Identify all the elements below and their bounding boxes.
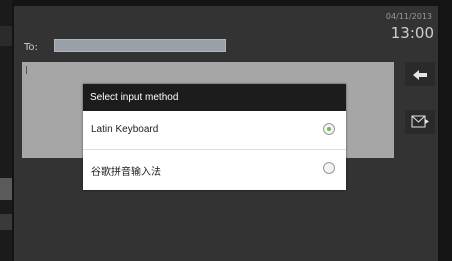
background-app-strip — [0, 0, 12, 261]
input-method-option-latin[interactable]: Latin Keyboard — [83, 111, 346, 150]
text-caret — [26, 66, 27, 74]
to-label: To: — [24, 42, 38, 53]
back-button[interactable] — [405, 62, 435, 86]
dialog-title: Select input method — [83, 84, 346, 111]
option-label: Latin Keyboard — [91, 124, 159, 135]
back-arrow-icon — [413, 65, 427, 84]
status-date: 04/11/2013 — [385, 12, 432, 21]
send-mail-button[interactable] — [405, 110, 435, 134]
radio-selected[interactable] — [323, 123, 335, 135]
input-method-dialog: Select input method Latin Keyboard 谷歌拼音输… — [83, 84, 346, 190]
input-method-option-google-pinyin[interactable]: 谷歌拼音输入法 — [83, 150, 346, 189]
background-stripe — [0, 26, 12, 46]
send-mail-icon — [411, 113, 429, 132]
radio-unselected[interactable] — [323, 162, 335, 174]
status-time: 13:00 — [390, 24, 434, 42]
background-stripe — [0, 178, 12, 200]
background-stripe — [0, 214, 12, 230]
radio-dot — [327, 127, 331, 131]
to-input[interactable] — [54, 39, 226, 52]
option-label: 谷歌拼音输入法 — [91, 167, 161, 178]
